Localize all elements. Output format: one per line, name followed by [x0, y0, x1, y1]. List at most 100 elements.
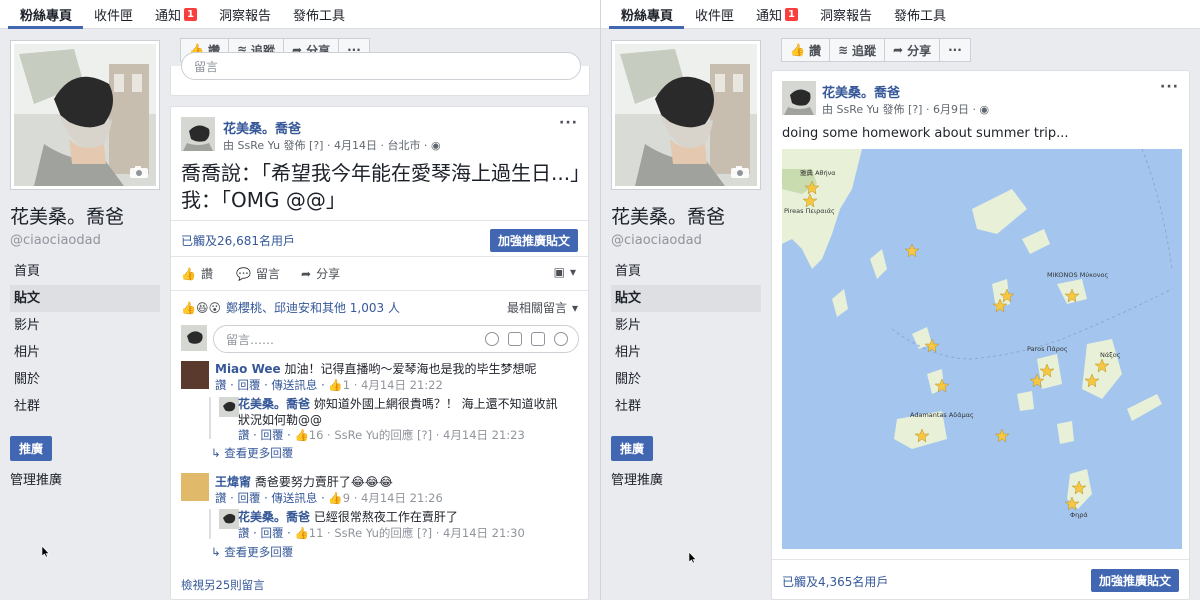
comment-sort[interactable]: 最相關留言 ▾ [507, 299, 578, 316]
post-meta: 由 SsRe Yu 發佈 [?] · 4月14日 · 台北市 · ◉ [223, 137, 441, 153]
reply-byline: · SsRe Yu的回應 [?] · 4月14日 21:30 [323, 526, 525, 540]
page-name[interactable]: 花美桑。喬爸 [611, 202, 761, 229]
share-page-button[interactable]: ➦ 分享 [885, 38, 941, 62]
tab-inbox[interactable]: 收件匣 [684, 0, 745, 28]
manage-promotions-link[interactable]: 管理推廣 [10, 469, 160, 488]
camera-icon[interactable] [508, 332, 522, 346]
author-avatar[interactable] [181, 117, 215, 151]
avatar-image [219, 397, 239, 417]
post-author[interactable]: 花美桑。喬爸 [223, 118, 301, 137]
profile-column: 花美桑。喬爸 @ciaociaodad 首頁 貼文 影片 相片 關於 社群 推廣… [10, 40, 160, 488]
camera-icon[interactable] [129, 165, 149, 179]
reply-author[interactable]: 花美桑。喬爸 [238, 397, 310, 411]
nav-item-about[interactable]: 關於 [10, 366, 160, 393]
commenter-name[interactable]: 王煒甯 [215, 475, 251, 489]
author-avatar[interactable] [782, 81, 816, 115]
tab-publishing-tools[interactable]: 發佈工具 [883, 0, 957, 28]
view-more-replies[interactable]: ↳ 查看更多回覆 [211, 544, 293, 560]
nav-item-community[interactable]: 社群 [611, 393, 761, 420]
promote-button[interactable]: 推廣 [10, 436, 53, 461]
like-count-icon: 👍 [294, 428, 309, 442]
reply-actions[interactable]: 讚 · 回覆 · [238, 428, 294, 442]
post-reach[interactable]: 已觸及4,365名用戶 [782, 573, 888, 590]
map-label-paros: Paros Πάρος [1027, 345, 1068, 353]
like-page-button[interactable]: 👍 讚 [781, 38, 830, 62]
page-nav: 首頁 貼文 影片 相片 關於 社群 [10, 258, 160, 420]
reply-avatar[interactable] [219, 397, 239, 417]
follow-button[interactable]: ≋ 追蹤 [829, 38, 886, 62]
map-label-piraeus: Pireas Πειραιάς [784, 207, 835, 215]
tab-insights[interactable]: 洞察報告 [208, 0, 282, 28]
comment-actions[interactable]: 讚 · 回覆 · 傳送訊息 · [215, 378, 328, 392]
gif-icon[interactable] [531, 332, 545, 346]
notification-badge: 1 [184, 7, 198, 21]
comment-action[interactable]: 💬 留言 [236, 265, 280, 282]
tab-notifications[interactable]: 通知 1 [745, 0, 809, 28]
page-handle[interactable]: @ciaociaodad [10, 233, 160, 248]
reactions-summary[interactable]: 👍😆😮 鄭櫻桃、邱迪安和其他 1,003 人 [181, 299, 400, 316]
nav-item-community[interactable]: 社群 [10, 393, 160, 420]
map-image[interactable]: 雅典 Αθήνα Pireas Πειραιάς MIKONOS Μύκονος… [782, 149, 1182, 549]
divider [171, 290, 588, 291]
reply-author[interactable]: 花美桑。喬爸 [238, 510, 310, 524]
more-options-button[interactable]: ··· [940, 38, 971, 62]
tab-label: 收件匣 [695, 8, 735, 24]
tab-page[interactable]: 粉絲專頁 [601, 0, 685, 29]
comment-input[interactable]: 留言 [181, 52, 581, 80]
commenter-name[interactable]: Miao Wee [215, 362, 281, 376]
post-as-selector[interactable]: ▣ ▾ [554, 265, 576, 279]
camera-icon[interactable] [730, 165, 750, 179]
promote-button[interactable]: 推廣 [611, 436, 654, 461]
avatar-image [782, 81, 816, 115]
comment-time: · 4月14日 21:26 [350, 491, 443, 505]
profile-picture[interactable] [611, 40, 761, 190]
post-options-icon[interactable]: ··· [1160, 79, 1179, 95]
nav-item-photos[interactable]: 相片 [611, 339, 761, 366]
nav-item-posts[interactable]: 貼文 [611, 285, 761, 312]
reply-avatar[interactable] [219, 509, 239, 529]
tab-insights[interactable]: 洞察報告 [809, 0, 883, 28]
tab-page[interactable]: 粉絲專頁 [0, 0, 84, 29]
nav-item-about[interactable]: 關於 [611, 366, 761, 393]
page-name[interactable]: 花美桑。喬爸 [10, 202, 160, 229]
tab-notifications[interactable]: 通知 1 [144, 0, 208, 28]
boost-post-button[interactable]: 加強推廣貼文 [489, 229, 578, 252]
like-action[interactable]: 👍 讚 [181, 265, 213, 282]
tab-label: 發佈工具 [894, 8, 947, 24]
reply-actions[interactable]: 讚 · 回覆 · [238, 526, 294, 540]
emoji-icon[interactable] [485, 332, 499, 346]
boost-post-button[interactable]: 加強推廣貼文 [1090, 569, 1179, 592]
comment-input[interactable]: 留言…… [213, 325, 579, 353]
commenter-avatar[interactable] [181, 361, 209, 389]
nav-item-home[interactable]: 首頁 [611, 258, 761, 285]
nav-item-posts[interactable]: 貼文 [10, 285, 160, 312]
comment-text: 加油！记得直播哟～爱琴海也是我的毕生梦想呢 [284, 362, 537, 376]
thumbs-up-icon: 👍 [181, 266, 196, 281]
divider [171, 256, 588, 257]
like-count-icon: 👍 [294, 526, 309, 540]
sticker-icon[interactable] [554, 332, 568, 346]
nav-item-photos[interactable]: 相片 [10, 339, 160, 366]
page-handle[interactable]: @ciaociaodad [611, 233, 761, 248]
nav-item-videos[interactable]: 影片 [611, 312, 761, 339]
post-reach[interactable]: 已觸及26,681名用戶 [181, 232, 295, 249]
nav-item-home[interactable]: 首頁 [10, 258, 160, 285]
mouse-cursor-icon [689, 552, 697, 564]
post-author[interactable]: 花美桑。喬爸 [822, 82, 900, 101]
like-count: 11 [308, 526, 324, 540]
manage-promotions-link[interactable]: 管理推廣 [611, 469, 761, 488]
view-more-comments[interactable]: 檢視另25則留言 [181, 577, 265, 593]
share-action[interactable]: ➦ 分享 [301, 265, 340, 282]
tab-inbox[interactable]: 收件匣 [83, 0, 144, 28]
post-options-icon[interactable]: ··· [559, 115, 578, 131]
view-more-replies[interactable]: ↳ 查看更多回覆 [211, 445, 293, 461]
nav-item-videos[interactable]: 影片 [10, 312, 160, 339]
previous-post-fragment: 留言 [170, 52, 590, 96]
reply-text: 已經很常熬夜工作在賣肝了 [313, 510, 458, 524]
button-label: 追蹤 [852, 43, 877, 58]
tab-publishing-tools[interactable]: 發佈工具 [282, 0, 356, 28]
comment-actions[interactable]: 讚 · 回覆 · 傳送訊息 · [215, 491, 328, 505]
comment-meta: 讚 · 回覆 · 傳送訊息 · 👍9 · 4月14日 21:26 [215, 490, 443, 506]
profile-picture[interactable] [10, 40, 160, 190]
commenter-avatar[interactable] [181, 473, 209, 501]
